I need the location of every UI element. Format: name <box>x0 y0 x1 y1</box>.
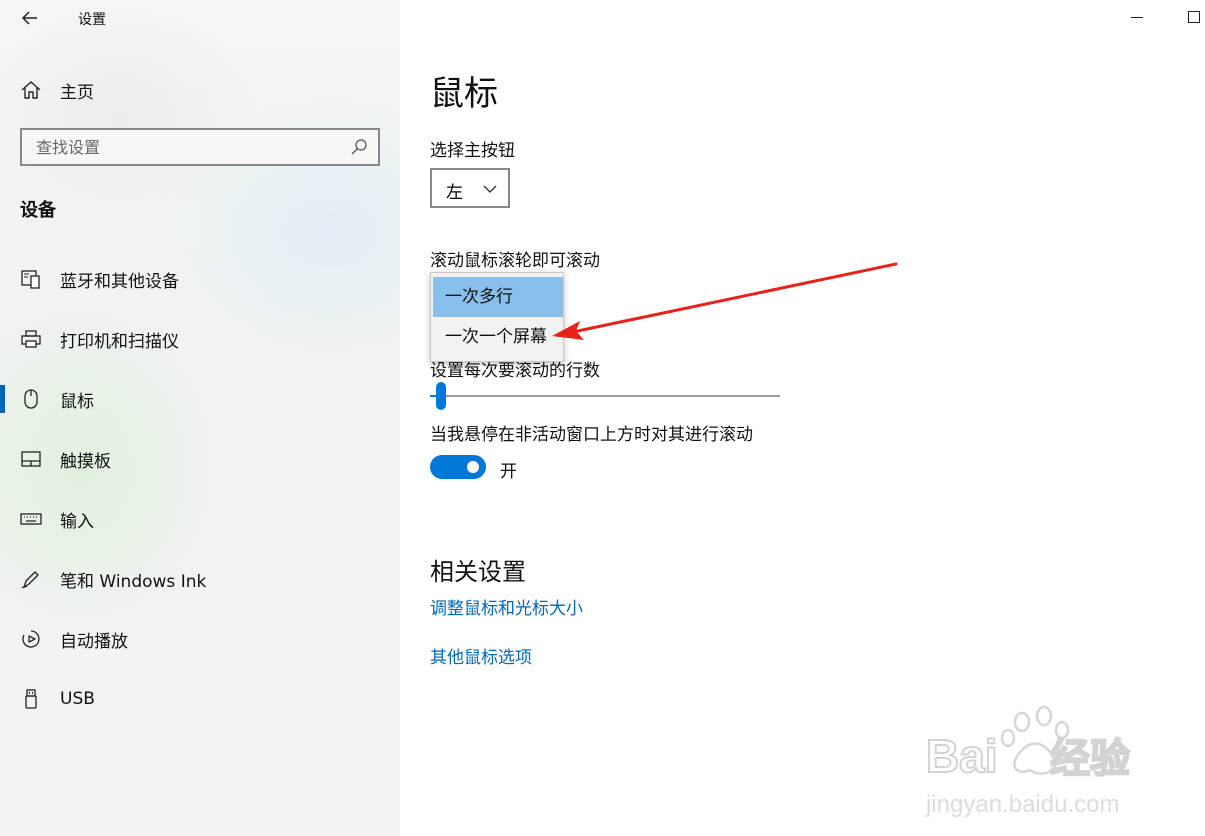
chevron-down-icon <box>483 185 497 193</box>
dropdown-option-one-screen[interactable]: 一次一个屏幕 <box>433 317 563 357</box>
back-button[interactable] <box>18 6 42 30</box>
sidebar-item-label: 打印机和扫描仪 <box>60 331 179 352</box>
slider-thumb[interactable] <box>435 382 446 410</box>
hover-scroll-label: 当我悬停在非活动窗口上方时对其进行滚动 <box>430 425 753 445</box>
keyboard-icon <box>20 513 42 525</box>
scroll-mode-label: 滚动鼠标滚轮即可滚动 <box>430 251 600 271</box>
touchpad-icon <box>21 451 41 467</box>
sidebar: 设置 主页 设备 蓝牙和其他设备 打印机和扫描仪 <box>0 0 400 836</box>
back-arrow-icon <box>21 11 37 25</box>
maximize-icon[interactable] <box>1188 11 1200 23</box>
search-icon[interactable] <box>350 138 368 156</box>
slider-track <box>430 395 780 397</box>
sidebar-item-touchpad[interactable]: 触摸板 <box>0 439 400 479</box>
svg-text:Bai: Bai <box>926 730 998 782</box>
scroll-mode-dropdown[interactable]: 一次多行 一次一个屏幕 <box>430 272 564 362</box>
link-mouse-cursor-size[interactable]: 调整鼠标和光标大小 <box>430 594 583 619</box>
sidebar-item-pen[interactable]: 笔和 Windows Ink <box>0 559 400 599</box>
sidebar-item-label: 笔和 Windows Ink <box>60 571 207 592</box>
primary-button-value: 左 <box>446 183 463 203</box>
window-title: 设置 <box>78 12 106 28</box>
svg-text:经验: 经验 <box>1050 737 1130 781</box>
sidebar-item-label: 输入 <box>60 511 94 532</box>
toggle-state-label: 开 <box>500 462 517 482</box>
selection-indicator <box>0 385 5 413</box>
minimize-icon[interactable] <box>1131 17 1143 18</box>
related-settings-title: 相关设置 <box>430 558 526 586</box>
sidebar-item-usb[interactable]: USB <box>0 679 400 719</box>
hover-scroll-toggle[interactable] <box>430 455 486 479</box>
sidebar-home-label: 主页 <box>60 82 94 103</box>
sidebar-item-bluetooth[interactable]: 蓝牙和其他设备 <box>0 259 400 299</box>
baidu-watermark-logo: Bai 经验 jingyan.baidu.com <box>925 705 1131 818</box>
search-input[interactable] <box>22 130 342 164</box>
scroll-lines-slider[interactable] <box>430 382 782 412</box>
sidebar-item-label: 鼠标 <box>60 391 94 412</box>
primary-button-label: 选择主按钮 <box>430 141 515 161</box>
autoplay-icon <box>22 630 40 648</box>
sidebar-home[interactable]: 主页 <box>20 78 94 103</box>
home-icon <box>21 81 41 99</box>
sidebar-item-label: 自动播放 <box>60 631 128 652</box>
mouse-icon <box>24 389 38 409</box>
primary-button-select[interactable]: 左 <box>430 168 510 208</box>
usb-icon <box>25 689 37 709</box>
bluetooth-devices-icon <box>21 270 40 289</box>
printer-icon <box>21 330 41 348</box>
sidebar-item-printers[interactable]: 打印机和扫描仪 <box>0 319 400 359</box>
sidebar-item-typing[interactable]: 输入 <box>0 499 400 539</box>
sidebar-section-title: 设备 <box>20 200 56 221</box>
dropdown-option-multiple-lines[interactable]: 一次多行 <box>433 277 563 317</box>
link-additional-mouse-options[interactable]: 其他鼠标选项 <box>430 643 532 668</box>
sidebar-item-mouse[interactable]: 鼠标 <box>0 379 400 419</box>
svg-text:jingyan.baidu.com: jingyan.baidu.com <box>925 791 1119 818</box>
sidebar-item-autoplay[interactable]: 自动播放 <box>0 619 400 659</box>
sidebar-item-label: 蓝牙和其他设备 <box>60 271 179 292</box>
toggle-knob <box>467 461 479 473</box>
search-box[interactable] <box>20 128 380 166</box>
sidebar-item-label: 触摸板 <box>60 451 111 472</box>
pen-icon <box>21 571 39 589</box>
sidebar-item-label: USB <box>60 689 95 709</box>
page-title: 鼠标 <box>430 74 498 114</box>
